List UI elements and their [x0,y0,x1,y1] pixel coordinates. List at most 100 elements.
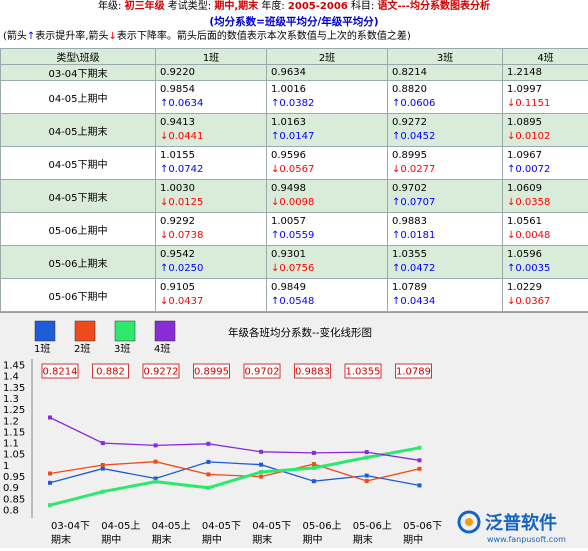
coefficient-cell: 0.9849↑0.0548 [267,279,388,312]
delta-line: ↑0.0382 [271,97,387,111]
delta-value: 0.0756 [279,263,314,274]
value-label: 0.8214 [43,367,78,378]
delta-line: ↑0.0472 [392,262,502,276]
coefficient-value: 1.0789 [392,281,502,295]
table-row: 04-05下期中1.0155↑0.07420.9596↓0.05670.8995… [1,147,588,180]
data-point [259,470,263,474]
delta-line: ↑0.0035 [507,262,588,276]
x-tick-label: 期末 [51,533,71,546]
data-point [259,475,263,479]
delta-value: 0.0048 [515,230,550,241]
coefficient-cell: 1.0030↓0.0125 [156,180,267,213]
x-tick-label: 05-06上 [303,520,342,532]
delta-value: 0.0634 [168,98,203,109]
delta-line: ↓0.0358 [507,196,588,210]
coefficient-value: 0.9883 [392,215,502,229]
data-point [48,472,52,476]
coefficient-cell: 0.9854↑0.0634 [156,81,267,114]
grade-label: 年级: [98,1,121,12]
legend-swatch [35,321,55,341]
coefficient-value: 0.9498 [271,182,387,196]
delta-line: ↓0.1151 [507,97,588,111]
coefficient-value: 1.0155 [160,149,266,163]
logo-url-text: www.fanpusoft.com [487,535,566,544]
data-point [312,466,316,470]
coefficient-cell: 1.0895↓0.0102 [503,114,588,147]
x-tick-label: 期中 [101,533,121,546]
coefficient-table: 类型\班级 1班 2班 3班 4班 03-04下期末0.92200.96340.… [0,48,588,312]
table-row: 04-05上期中0.9854↑0.06341.0016↑0.03820.8820… [1,81,588,114]
coefficient-cell: 1.0057↑0.0559 [267,213,388,246]
x-tick-label: 03-04下 [51,521,90,532]
y-tick-label: 0.85 [3,494,25,505]
x-tick-label: 04-05上 [152,520,191,532]
x-tick-label: 期末 [152,533,172,546]
data-point [154,443,158,447]
delta-line: ↑0.0559 [271,229,387,243]
grade-value: 初三年级 [125,1,165,12]
delta-value: 0.0567 [279,164,314,175]
legend-label: 4班 [154,343,170,355]
coefficient-cell: 1.0229↓0.0367 [503,279,588,312]
column-header-class-2: 2班 [267,49,388,65]
delta-line: ↑0.0147 [271,130,387,144]
coefficient-value: 0.8995 [392,149,502,163]
x-tick-label: 04-05上 [101,520,140,532]
coefficient-value: 0.8214 [392,66,502,80]
row-type: 04-05下期末 [1,180,156,213]
delta-line: ↓0.0437 [160,295,266,309]
y-tick-label: 0.9 [3,483,19,494]
x-tick-label: 04-05下 [202,521,241,532]
delta-value: 0.0742 [168,164,203,175]
delta-value: 0.1151 [515,98,550,109]
delta-line: ↑0.0707 [392,196,502,210]
coefficient-cell: 1.2148 [503,65,588,81]
coefficient-cell: 0.9413↓0.0441 [156,114,267,147]
coefficient-value: 0.9272 [392,116,502,130]
data-point [418,446,422,450]
legend-prefix: (箭头 [3,31,27,42]
year-label: 年度: [261,1,284,12]
table-row: 05-06上期末0.9542↑0.02500.9301↓0.07561.0355… [1,246,588,279]
data-point [418,483,422,487]
data-point [418,467,422,471]
data-point [154,480,158,484]
data-point [206,486,210,490]
coefficient-value: 1.0609 [507,182,588,196]
delta-line: ↓0.0102 [507,130,588,144]
y-tick-label: 1.05 [3,450,25,461]
coefficient-cell: 0.9542↑0.0250 [156,246,267,279]
coefficient-cell: 1.0016↑0.0382 [267,81,388,114]
coefficient-value: 0.9292 [160,215,266,229]
row-type: 04-05上期中 [1,81,156,114]
coefficient-value: 1.0163 [271,116,387,130]
row-type: 03-04下期末 [1,65,156,81]
y-tick-label: 1.15 [3,427,25,438]
legend-label: 1班 [34,343,50,355]
data-point [365,456,369,460]
coefficient-value: 0.9596 [271,149,387,163]
coefficient-value: 1.0967 [507,149,588,163]
y-tick-label: 1.25 [3,405,25,416]
table-row: 04-05上期末0.9413↓0.04411.0163↑0.01470.9272… [1,114,588,147]
value-label: 0.9883 [295,367,330,378]
delta-value: 0.0472 [400,263,435,274]
delta-value: 0.0559 [279,230,314,241]
coefficient-cell: 1.0967↑0.0072 [503,147,588,180]
coefficient-value: 0.9413 [160,116,266,130]
coefficient-value: 1.0355 [392,248,502,262]
coefficient-cell: 1.0163↑0.0147 [267,114,388,147]
delta-value: 0.0434 [400,296,435,307]
delta-line: ↑0.0606 [392,97,502,111]
row-type: 05-06上期末 [1,246,156,279]
formula-line: (均分系数=班级平均分/年级平均分) [0,15,588,29]
coefficient-value: 0.9634 [271,66,387,80]
chart-title: 年级各班均分系数--变化线形图 [228,326,372,339]
delta-value: 0.0606 [400,98,435,109]
exam-type-value: 期中,期末 [214,1,258,12]
x-tick-label: 05-06上 [353,520,392,532]
data-point [206,460,210,464]
delta-line: ↓0.0441 [160,130,266,144]
delta-value: 0.0098 [279,197,314,208]
delta-value: 0.0548 [279,296,314,307]
